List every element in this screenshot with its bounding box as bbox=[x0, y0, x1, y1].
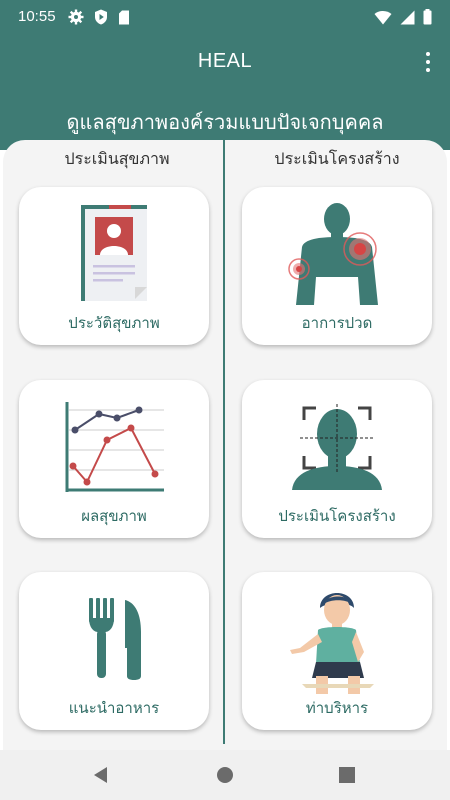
body-pain-icon bbox=[288, 203, 378, 305]
back-triangle-icon[interactable] bbox=[88, 762, 114, 788]
card-pain-symptoms[interactable]: อาการปวด bbox=[242, 187, 432, 345]
card-label-pain-symptoms: อาการปวด bbox=[301, 314, 373, 332]
sd-card-icon bbox=[119, 10, 129, 24]
app-bar: HEAL bbox=[0, 34, 450, 90]
system-nav-bar bbox=[0, 750, 450, 800]
card-health-results[interactable]: ผลสุขภาพ bbox=[19, 380, 209, 538]
card-diet-advice[interactable]: แนะนำอาหาร bbox=[19, 572, 209, 730]
status-time: 10:55 bbox=[18, 8, 56, 25]
card-label-health-results: ผลสุขภาพ bbox=[81, 507, 147, 525]
card-label-exercise: ท่าบริหาร bbox=[305, 699, 369, 717]
status-icons-right bbox=[374, 9, 432, 25]
card-label-structure-assessment: ประเมินโครงสร้าง bbox=[278, 507, 396, 525]
more-vert-icon[interactable] bbox=[420, 50, 436, 74]
status-bar: 10:55 bbox=[0, 0, 450, 34]
column-divider bbox=[223, 140, 225, 744]
card-exercise[interactable]: ท่าบริหาร bbox=[242, 572, 432, 730]
posture-scan-icon bbox=[292, 404, 382, 490]
home-circle-icon[interactable] bbox=[212, 762, 238, 788]
medical-record-icon bbox=[81, 205, 147, 301]
banner-text: ดูแลสุขภาพองค์รวมแบบปัจเจกบุคคล bbox=[66, 110, 384, 134]
exercise-person-icon bbox=[290, 593, 374, 694]
wifi-icon bbox=[374, 10, 392, 24]
column-header-structure: ประเมินโครงสร้าง bbox=[274, 149, 400, 168]
battery-icon bbox=[423, 9, 432, 25]
card-label-diet-advice: แนะนำอาหาร bbox=[68, 699, 160, 717]
app-title: HEAL bbox=[197, 50, 253, 72]
gear-icon bbox=[68, 9, 84, 25]
line-chart-icon bbox=[65, 402, 164, 492]
column-header-health: ประเมินสุขภาพ bbox=[64, 149, 170, 168]
card-health-history[interactable]: ประวัติสุขภาพ bbox=[19, 187, 209, 345]
shield-play-icon bbox=[95, 9, 107, 25]
status-icons-left bbox=[68, 9, 130, 25]
signal-icon bbox=[400, 10, 415, 24]
fork-knife-icon bbox=[89, 598, 141, 680]
card-label-health-history: ประวัติสุขภาพ bbox=[68, 314, 160, 332]
recents-square-icon[interactable] bbox=[334, 762, 360, 788]
card-structure-assessment[interactable]: ประเมินโครงสร้าง bbox=[242, 380, 432, 538]
